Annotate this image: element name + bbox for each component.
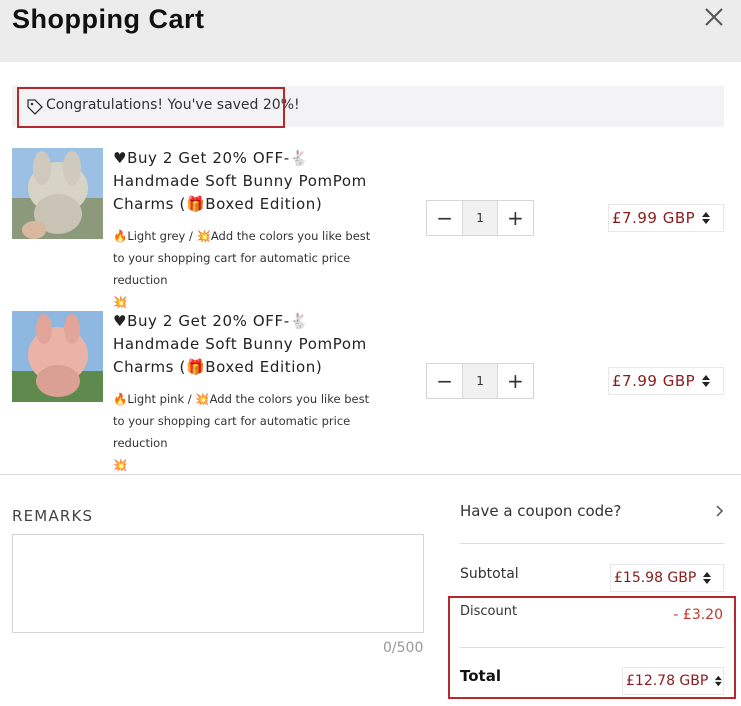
remarks-input[interactable] [12,534,424,633]
decrease-button[interactable]: − [427,201,462,235]
product-title[interactable]: ♥Buy 2 Get 20% OFF-🐇 Handmade Soft Bunny… [113,310,383,379]
product-title[interactable]: ♥Buy 2 Get 20% OFF-🐇 Handmade Soft Bunny… [113,147,383,216]
increase-button[interactable]: + [498,364,533,398]
character-counter: 0/500 [383,640,424,656]
sort-caret-icon [702,212,711,224]
page-title: Shopping Cart [12,4,205,34]
cart-header: Shopping Cart [0,0,741,62]
subtotal-currency-selector[interactable]: £15.98 GBP [610,564,724,592]
rabbit-icon: 🐇 [289,149,309,167]
chevron-right-icon [716,505,724,517]
collision-icon: 💥 [113,295,128,309]
product-image[interactable] [12,148,103,239]
close-icon[interactable] [702,5,726,29]
item-price: £7.99 GBP [612,372,696,390]
collision-icon: 💥 [195,392,210,406]
rabbit-icon: 🐇 [289,312,309,330]
subtotal-value: £15.98 GBP [614,570,697,586]
summary-divider [460,543,724,544]
decrease-button[interactable]: − [427,364,462,398]
item-price: £7.99 GBP [612,209,696,227]
product-image[interactable] [12,311,103,402]
sort-caret-icon [703,572,712,584]
product-variant: 🔥Light grey / 💥Add the colors you like b… [113,229,371,309]
collision-icon: 💥 [113,458,128,472]
subtotal-label: Subtotal [460,566,519,582]
quantity-stepper[interactable]: − 1 + [426,200,534,236]
price-currency-selector[interactable]: £7.99 GBP [608,204,724,232]
product-variant: 🔥Light pink / 💥Add the colors you like b… [113,392,370,472]
quantity-value[interactable]: 1 [462,201,498,235]
increase-button[interactable]: + [498,201,533,235]
collision-icon: 💥 [196,229,211,243]
section-divider [0,474,741,475]
remarks-label: REMARKS [12,507,94,525]
coupon-label: Have a coupon code? [460,502,622,520]
quantity-value[interactable]: 1 [462,364,498,398]
heart-icon: ♥ [113,312,128,330]
gift-icon: 🎁 [185,195,206,213]
discount-total-highlight [448,596,736,699]
heart-icon: ♥ [113,149,128,167]
quantity-stepper[interactable]: − 1 + [426,363,534,399]
banner-highlight [17,87,285,128]
price-currency-selector[interactable]: £7.99 GBP [608,367,724,395]
fire-icon: 🔥 [113,392,128,406]
fire-icon: 🔥 [113,229,128,243]
gift-icon: 🎁 [185,358,206,376]
coupon-toggle[interactable]: Have a coupon code? [460,495,724,527]
sort-caret-icon [702,375,711,387]
